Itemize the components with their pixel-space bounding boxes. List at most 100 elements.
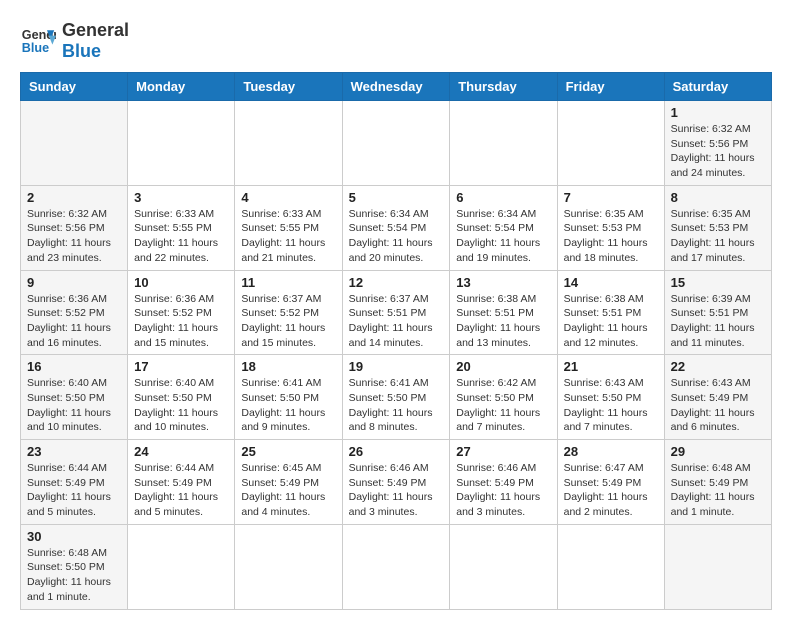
calendar-cell: 27Sunrise: 6:46 AM Sunset: 5:49 PM Dayli… — [450, 440, 557, 525]
calendar-cell: 29 Sunrise: 6:48 AM Sunset: 5:49 PM Dayli… — [664, 440, 771, 525]
day-number: 6 — [456, 190, 550, 205]
day-header-sunday: Sunday — [21, 73, 128, 101]
day-header-friday: Friday — [557, 73, 664, 101]
day-info: Sunrise: 6:43 AM Sunset: 5:49 PM Dayligh… — [671, 376, 765, 435]
day-info: Sunrise: 6:36 AM Sunset: 5:52 PM Dayligh… — [27, 292, 121, 351]
calendar-cell: 17Sunrise: 6:40 AM Sunset: 5:50 PM Dayli… — [128, 355, 235, 440]
day-number: 10 — [134, 275, 228, 290]
calendar-cell: 9 Sunrise: 6:36 AM Sunset: 5:52 PM Daylig… — [21, 270, 128, 355]
day-info: Sunrise: 6:37 AM Sunset: 5:51 PM Dayligh… — [349, 292, 444, 351]
day-info: Sunrise: 6:41 AM Sunset: 5:50 PM Dayligh… — [241, 376, 335, 435]
day-number: 11 — [241, 275, 335, 290]
day-number: 9 — [27, 275, 121, 290]
calendar-cell: 14Sunrise: 6:38 AM Sunset: 5:51 PM Dayli… — [557, 270, 664, 355]
day-number: 2 — [27, 190, 121, 205]
day-number: 29 — [671, 444, 765, 459]
calendar-cell: 12 Sunrise: 6:37 AM Sunset: 5:51 PM Dayli… — [342, 270, 450, 355]
calendar-cell — [128, 524, 235, 609]
calendar-cell — [450, 524, 557, 609]
calendar-cell: 28Sunrise: 6:47 AM Sunset: 5:49 PM Dayli… — [557, 440, 664, 525]
day-info: Sunrise: 6:38 AM Sunset: 5:51 PM Dayligh… — [456, 292, 550, 351]
day-info: Sunrise: 6:41 AM Sunset: 5:50 PM Dayligh… — [349, 376, 444, 435]
day-header-thursday: Thursday — [450, 73, 557, 101]
calendar-cell: 8Sunrise: 6:35 AM Sunset: 5:53 PM Daylig… — [664, 185, 771, 270]
calendar-cell: 26Sunrise: 6:46 AM Sunset: 5:49 PM Dayli… — [342, 440, 450, 525]
calendar-cell: 16 Sunrise: 6:40 AM Sunset: 5:50 PM Dayli… — [21, 355, 128, 440]
calendar-cell — [450, 101, 557, 186]
svg-text:Blue: Blue — [22, 41, 49, 55]
day-header-tuesday: Tuesday — [235, 73, 342, 101]
day-number: 15 — [671, 275, 765, 290]
day-info: Sunrise: 6:42 AM Sunset: 5:50 PM Dayligh… — [456, 376, 550, 435]
day-info: Sunrise: 6:48 AM Sunset: 5:50 PM Dayligh… — [27, 546, 121, 605]
calendar-cell: 10 Sunrise: 6:36 AM Sunset: 5:52 PM Dayli… — [128, 270, 235, 355]
logo-general: General — [62, 20, 129, 41]
day-info: Sunrise: 6:35 AM Sunset: 5:53 PM Dayligh… — [564, 207, 658, 266]
calendar-cell: 13 Sunrise: 6:38 AM Sunset: 5:51 PM Dayli… — [450, 270, 557, 355]
day-number: 19 — [349, 359, 444, 374]
day-number: 24 — [134, 444, 228, 459]
day-header-wednesday: Wednesday — [342, 73, 450, 101]
day-info: Sunrise: 6:39 AM Sunset: 5:51 PM Dayligh… — [671, 292, 765, 351]
calendar-cell: 15 Sunrise: 6:39 AM Sunset: 5:51 PM Dayli… — [664, 270, 771, 355]
day-info: Sunrise: 6:33 AM Sunset: 5:55 PM Dayligh… — [241, 207, 335, 266]
day-number: 27 — [456, 444, 550, 459]
calendar-cell: 2 Sunrise: 6:32 AM Sunset: 5:56 PM Daylig… — [21, 185, 128, 270]
day-number: 16 — [27, 359, 121, 374]
calendar-cell: 6 Sunrise: 6:34 AM Sunset: 5:54 PM Daylig… — [450, 185, 557, 270]
calendar: SundayMondayTuesdayWednesdayThursdayFrid… — [20, 72, 772, 610]
day-number: 23 — [27, 444, 121, 459]
day-header-saturday: Saturday — [664, 73, 771, 101]
page-header: General Blue General Blue — [20, 20, 772, 62]
calendar-cell — [557, 101, 664, 186]
day-number: 21 — [564, 359, 658, 374]
calendar-week-4: 16 Sunrise: 6:40 AM Sunset: 5:50 PM Dayli… — [21, 355, 772, 440]
day-info: Sunrise: 6:35 AM Sunset: 5:53 PM Dayligh… — [671, 207, 765, 266]
calendar-cell: 24 Sunrise: 6:44 AM Sunset: 5:49 PM Dayli… — [128, 440, 235, 525]
day-info: Sunrise: 6:36 AM Sunset: 5:52 PM Dayligh… — [134, 292, 228, 351]
day-header-monday: Monday — [128, 73, 235, 101]
calendar-cell: 19 Sunrise: 6:41 AM Sunset: 5:50 PM Dayli… — [342, 355, 450, 440]
day-info: Sunrise: 6:48 AM Sunset: 5:49 PM Dayligh… — [671, 461, 765, 520]
calendar-week-6: 30Sunrise: 6:48 AM Sunset: 5:50 PM Dayli… — [21, 524, 772, 609]
calendar-header-row: SundayMondayTuesdayWednesdayThursdayFrid… — [21, 73, 772, 101]
calendar-cell: 11Sunrise: 6:37 AM Sunset: 5:52 PM Dayli… — [235, 270, 342, 355]
day-info: Sunrise: 6:32 AM Sunset: 5:56 PM Dayligh… — [671, 122, 765, 181]
calendar-week-1: 1 Sunrise: 6:32 AM Sunset: 5:56 PM Daylig… — [21, 101, 772, 186]
day-info: Sunrise: 6:34 AM Sunset: 5:54 PM Dayligh… — [456, 207, 550, 266]
calendar-cell: 4Sunrise: 6:33 AM Sunset: 5:55 PM Daylig… — [235, 185, 342, 270]
day-number: 13 — [456, 275, 550, 290]
day-number: 20 — [456, 359, 550, 374]
day-info: Sunrise: 6:40 AM Sunset: 5:50 PM Dayligh… — [27, 376, 121, 435]
calendar-cell — [128, 101, 235, 186]
calendar-cell — [557, 524, 664, 609]
calendar-cell: 23 Sunrise: 6:44 AM Sunset: 5:49 PM Dayli… — [21, 440, 128, 525]
day-number: 12 — [349, 275, 444, 290]
day-number: 28 — [564, 444, 658, 459]
day-number: 22 — [671, 359, 765, 374]
day-info: Sunrise: 6:44 AM Sunset: 5:49 PM Dayligh… — [134, 461, 228, 520]
day-number: 18 — [241, 359, 335, 374]
calendar-cell: 5Sunrise: 6:34 AM Sunset: 5:54 PM Daylig… — [342, 185, 450, 270]
day-number: 3 — [134, 190, 228, 205]
logo-blue: Blue — [62, 41, 129, 62]
day-info: Sunrise: 6:45 AM Sunset: 5:49 PM Dayligh… — [241, 461, 335, 520]
day-info: Sunrise: 6:34 AM Sunset: 5:54 PM Dayligh… — [349, 207, 444, 266]
calendar-cell: 7Sunrise: 6:35 AM Sunset: 5:53 PM Daylig… — [557, 185, 664, 270]
calendar-cell: 22 Sunrise: 6:43 AM Sunset: 5:49 PM Dayli… — [664, 355, 771, 440]
calendar-week-2: 2 Sunrise: 6:32 AM Sunset: 5:56 PM Daylig… — [21, 185, 772, 270]
calendar-cell: 21 Sunrise: 6:43 AM Sunset: 5:50 PM Dayli… — [557, 355, 664, 440]
calendar-cell: 30Sunrise: 6:48 AM Sunset: 5:50 PM Dayli… — [21, 524, 128, 609]
day-info: Sunrise: 6:32 AM Sunset: 5:56 PM Dayligh… — [27, 207, 121, 266]
day-info: Sunrise: 6:43 AM Sunset: 5:50 PM Dayligh… — [564, 376, 658, 435]
day-info: Sunrise: 6:33 AM Sunset: 5:55 PM Dayligh… — [134, 207, 228, 266]
calendar-cell: 18 Sunrise: 6:41 AM Sunset: 5:50 PM Dayli… — [235, 355, 342, 440]
day-info: Sunrise: 6:46 AM Sunset: 5:49 PM Dayligh… — [349, 461, 444, 520]
day-number: 25 — [241, 444, 335, 459]
day-number: 1 — [671, 105, 765, 120]
calendar-cell: 3 Sunrise: 6:33 AM Sunset: 5:55 PM Daylig… — [128, 185, 235, 270]
day-info: Sunrise: 6:40 AM Sunset: 5:50 PM Dayligh… — [134, 376, 228, 435]
calendar-cell — [664, 524, 771, 609]
day-number: 14 — [564, 275, 658, 290]
day-info: Sunrise: 6:44 AM Sunset: 5:49 PM Dayligh… — [27, 461, 121, 520]
